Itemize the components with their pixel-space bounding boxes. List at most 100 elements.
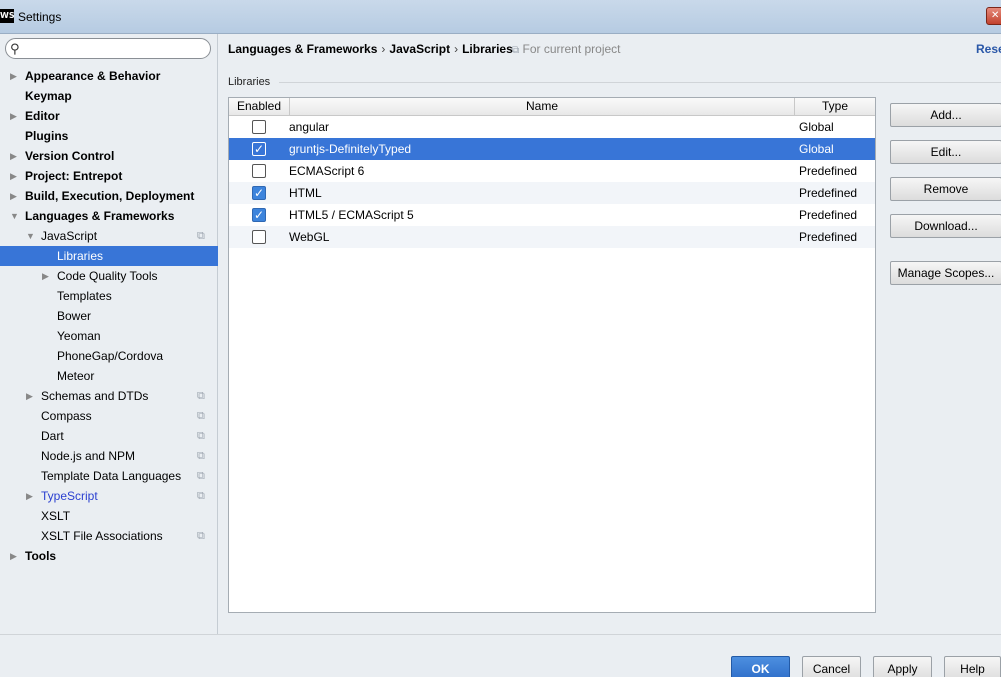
- tree-item-code-quality-tools[interactable]: ▶ Code Quality Tools: [0, 266, 218, 286]
- tree-item-label: Version Control: [25, 149, 115, 163]
- library-name: gruntjs-DefinitelyTyped: [289, 142, 412, 156]
- project-scope-icon: ⧉: [197, 530, 205, 542]
- enabled-checkbox[interactable]: [252, 204, 266, 226]
- tree-item-label: Bower: [57, 309, 92, 323]
- tree-item-tools[interactable]: ▶ Tools: [0, 546, 218, 566]
- tree-item-xslt[interactable]: XSLT: [0, 506, 218, 526]
- settings-sidebar: ⚲ ▶ Appearance & Behavior Keymap ▶ Edito…: [0, 34, 218, 634]
- search-icon: ⚲: [10, 41, 20, 56]
- tree-item-label: Tools: [25, 549, 57, 563]
- table-row[interactable]: HTML5 / ECMAScript 5 Predefined: [229, 204, 875, 226]
- breadcrumb-item: JavaScript: [389, 42, 451, 56]
- collapse-arrow-icon[interactable]: ▼: [10, 206, 19, 226]
- tree-item-build[interactable]: ▶ Build, Execution, Deployment: [0, 186, 218, 206]
- remove-button[interactable]: Remove: [890, 177, 1001, 201]
- enabled-checkbox[interactable]: [252, 164, 266, 178]
- tree-item-plugins[interactable]: Plugins: [0, 126, 218, 146]
- breadcrumb: Languages & Frameworks › JavaScript › Librar…: [228, 42, 513, 56]
- collapse-arrow-icon[interactable]: ▼: [26, 226, 35, 246]
- reset-link[interactable]: Rese: [976, 42, 1001, 56]
- library-type: Predefined: [799, 186, 858, 200]
- tree-item-javascript[interactable]: ▼ JavaScript ⧉: [0, 226, 218, 246]
- tree-item-schemas-dtds[interactable]: ▶ Schemas and DTDs ⧉: [0, 386, 218, 406]
- library-name: HTML5 / ECMAScript 5: [289, 208, 414, 222]
- tree-item-template-data-languages[interactable]: Template Data Languages ⧉: [0, 466, 218, 486]
- tree-item-appearance[interactable]: ▶ Appearance & Behavior: [0, 66, 218, 86]
- breadcrumb-separator: ›: [381, 42, 386, 56]
- title-bar: WS Settings ✕: [0, 0, 1001, 34]
- edit-button[interactable]: Edit...: [890, 140, 1001, 164]
- project-scope-icon: ⧉: [197, 410, 205, 422]
- enabled-checkbox[interactable]: [252, 230, 266, 244]
- project-scope-icon: ⧉: [197, 470, 205, 482]
- tree-item-label: Compass: [41, 409, 92, 423]
- tree-item-templates[interactable]: Templates: [0, 286, 218, 306]
- add-button[interactable]: Add...: [890, 103, 1001, 127]
- tree-item-editor[interactable]: ▶ Editor: [0, 106, 218, 126]
- tree-item-libraries[interactable]: Libraries: [0, 246, 218, 266]
- project-scope-icon: ⧉: [512, 45, 520, 56]
- table-row[interactable]: HTML Predefined: [229, 182, 875, 204]
- tree-item-typescript[interactable]: ▶ TypeScript ⧉: [0, 486, 218, 506]
- search-input[interactable]: [26, 41, 206, 56]
- tree-item-meteor[interactable]: Meteor: [0, 366, 218, 386]
- tree-item-label: Node.js and NPM: [41, 449, 136, 463]
- manage-scopes-button[interactable]: Manage Scopes...: [890, 261, 1001, 285]
- enabled-checkbox[interactable]: [252, 182, 266, 204]
- table-row[interactable]: WebGL Predefined: [229, 226, 875, 248]
- breadcrumb-item: Languages & Frameworks: [228, 42, 378, 56]
- expand-arrow-icon[interactable]: ▶: [10, 106, 17, 126]
- settings-tree: ▶ Appearance & Behavior Keymap ▶ Editor …: [0, 66, 218, 566]
- expand-arrow-icon[interactable]: ▶: [26, 386, 33, 406]
- tree-item-version-control[interactable]: ▶ Version Control: [0, 146, 218, 166]
- column-header-name[interactable]: Name: [290, 98, 794, 115]
- enabled-checkbox[interactable]: [252, 120, 266, 134]
- table-header: Enabled Name Type: [229, 98, 875, 116]
- app-logo-icon: WS: [0, 9, 15, 23]
- tree-item-label: Templates: [57, 289, 112, 303]
- tree-item-label: Meteor: [57, 369, 95, 383]
- expand-arrow-icon[interactable]: ▶: [10, 186, 17, 206]
- library-name: HTML: [289, 186, 322, 200]
- section-title: Libraries: [228, 76, 271, 88]
- tree-item-label: Libraries: [57, 249, 104, 263]
- table-row[interactable]: angular Global: [229, 116, 875, 138]
- expand-arrow-icon[interactable]: ▶: [10, 166, 17, 186]
- tree-item-label: Editor: [25, 109, 60, 123]
- section-divider: [279, 82, 1001, 83]
- close-icon[interactable]: ✕: [986, 7, 1001, 25]
- tree-item-compass[interactable]: Compass ⧉: [0, 406, 218, 426]
- tree-item-xslt-file-associations[interactable]: XSLT File Associations ⧉: [0, 526, 218, 546]
- ok-button[interactable]: OK: [731, 656, 790, 677]
- tree-item-languages-frameworks[interactable]: ▼ Languages & Frameworks: [0, 206, 218, 226]
- library-name: WebGL: [289, 230, 330, 244]
- expand-arrow-icon[interactable]: ▶: [10, 146, 17, 166]
- tree-item-yeoman[interactable]: Yeoman: [0, 326, 218, 346]
- tree-item-label: XSLT: [41, 509, 71, 523]
- tree-item-label: Build, Execution, Deployment: [25, 189, 195, 203]
- expand-arrow-icon[interactable]: ▶: [10, 66, 17, 86]
- tree-item-dart[interactable]: Dart ⧉: [0, 426, 218, 446]
- cancel-button[interactable]: Cancel: [802, 656, 861, 677]
- tree-item-label: Appearance & Behavior: [25, 69, 161, 83]
- tree-item-phonegap[interactable]: PhoneGap/Cordova: [0, 346, 218, 366]
- tree-item-bower[interactable]: Bower: [0, 306, 218, 326]
- download-button[interactable]: Download...: [890, 214, 1001, 238]
- tree-item-project[interactable]: ▶ Project: Entrepot: [0, 166, 218, 186]
- library-type: Global: [799, 142, 834, 156]
- table-row[interactable]: ECMAScript 6 Predefined: [229, 160, 875, 182]
- expand-arrow-icon[interactable]: ▶: [26, 486, 33, 506]
- table-row[interactable]: gruntjs-DefinitelyTyped Global: [229, 138, 875, 160]
- column-header-enabled[interactable]: Enabled: [229, 98, 289, 115]
- expand-arrow-icon[interactable]: ▶: [42, 266, 49, 286]
- tree-item-keymap[interactable]: Keymap: [0, 86, 218, 106]
- help-button[interactable]: Help: [944, 656, 1001, 677]
- apply-button[interactable]: Apply: [873, 656, 932, 677]
- expand-arrow-icon[interactable]: ▶: [10, 546, 17, 566]
- tree-item-nodejs-npm[interactable]: Node.js and NPM ⧉: [0, 446, 218, 466]
- settings-content: Languages & Frameworks › JavaScript › Librar…: [219, 34, 1001, 634]
- column-header-type[interactable]: Type: [795, 98, 875, 115]
- tree-item-label: Languages & Frameworks: [25, 209, 175, 223]
- search-box[interactable]: ⚲: [5, 38, 211, 59]
- enabled-checkbox[interactable]: [252, 138, 266, 160]
